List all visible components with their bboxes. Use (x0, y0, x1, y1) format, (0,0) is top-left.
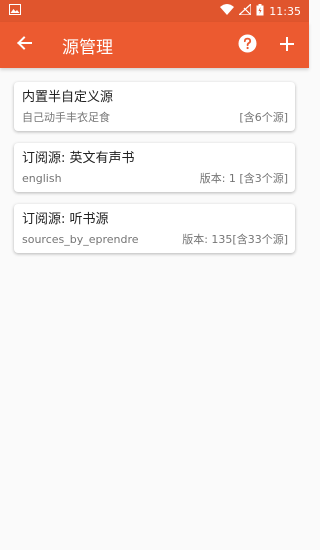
source-subtitle: sources_by_eprendre (22, 232, 139, 246)
source-name: 订阅源: 英文有声书 (22, 151, 135, 166)
plus-icon (280, 36, 294, 55)
source-card-english-audiobooks[interactable]: 订阅源: 英文有声书 english 版本: 1 [含3个源] (14, 143, 295, 192)
status-bar: 11:35 (0, 0, 309, 22)
clock: 11:35 (269, 4, 301, 18)
source-subtitle: 自己动手丰衣足食 (22, 111, 110, 124)
help-icon (238, 34, 257, 57)
source-list: 内置半自定义源 自己动手丰衣足食 [含6个源] 订阅源: 英文有声书 engli… (0, 82, 309, 265)
page-title: 源管理 (62, 37, 113, 58)
source-meta: [含6个源] (239, 111, 288, 124)
gallery-notification-icon (9, 4, 21, 18)
source-name: 内置半自定义源 (22, 90, 114, 105)
no-signal-icon (237, 2, 252, 18)
source-subtitle: english (22, 171, 62, 185)
source-meta: 版本: 135[含33个源] (182, 233, 288, 246)
toolbar: 源管理 (0, 22, 309, 68)
source-name: 订阅源: 听书源 (22, 212, 109, 227)
battery-charging-icon (256, 3, 264, 19)
help-button[interactable] (227, 22, 267, 68)
back-button[interactable] (1, 22, 47, 68)
wifi-icon (220, 4, 235, 18)
arrow-back-icon (16, 35, 32, 55)
source-card-audiobook-sources[interactable]: 订阅源: 听书源 sources_by_eprendre 版本: 135[含33… (14, 204, 295, 253)
source-meta: 版本: 1 [含3个源] (199, 172, 288, 185)
source-card-builtin[interactable]: 内置半自定义源 自己动手丰衣足食 [含6个源] (14, 82, 295, 131)
add-source-button[interactable] (267, 22, 307, 68)
